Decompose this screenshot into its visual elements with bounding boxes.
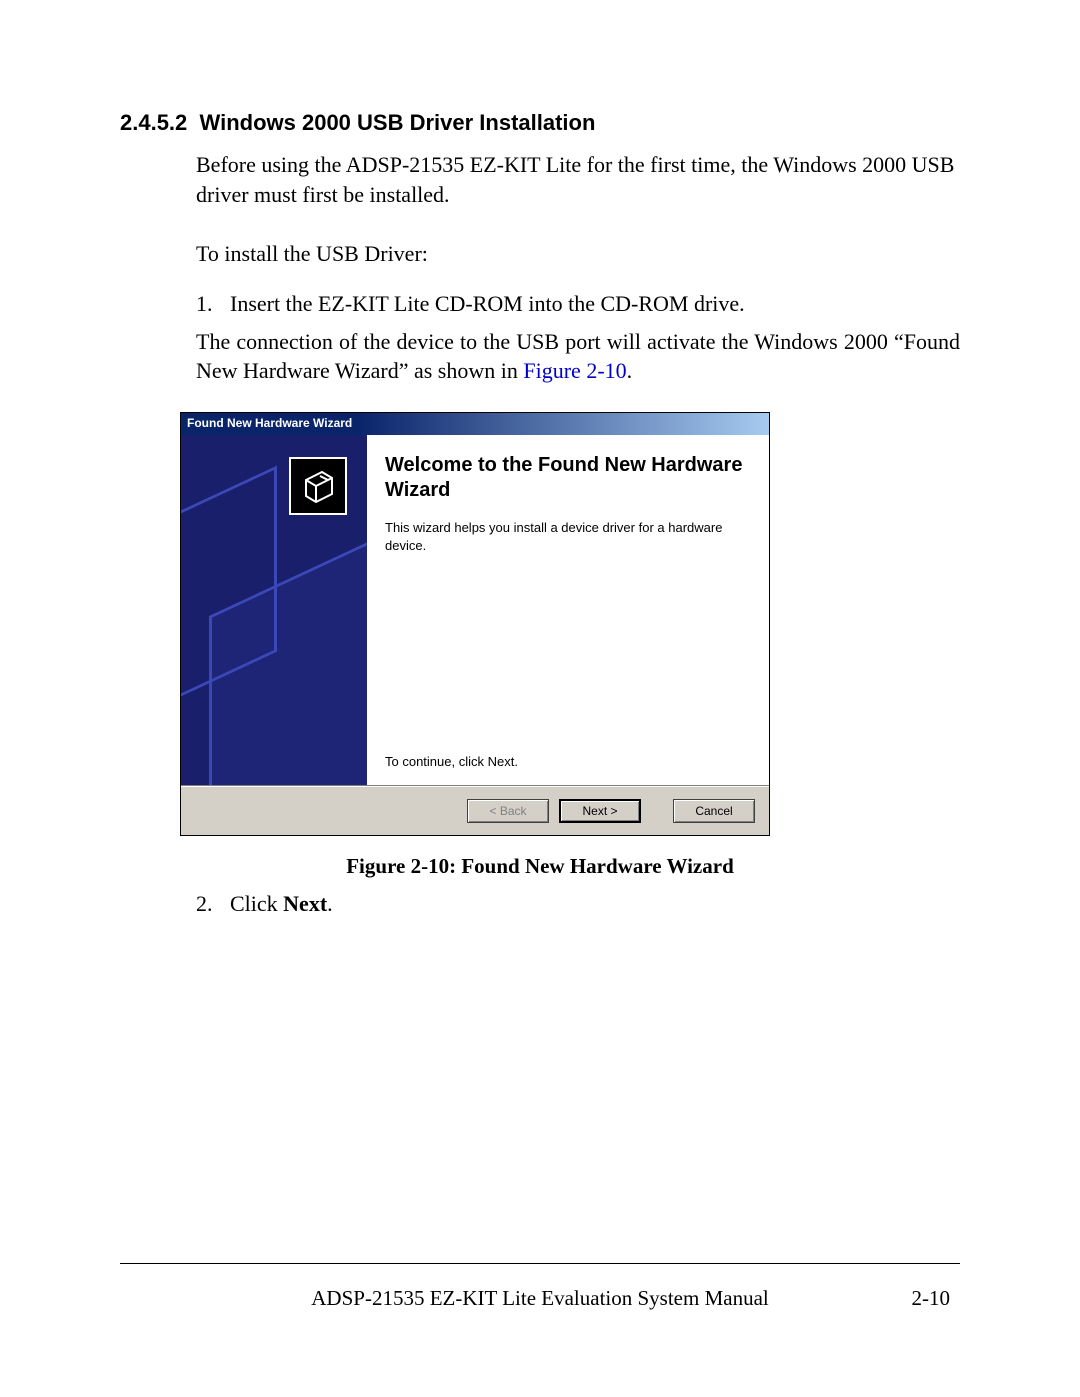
connection-post: . [627,358,633,383]
footer-row: ADSP-21535 EZ-KIT Lite Evaluation System… [120,1286,960,1311]
wizard-body: Welcome to the Found New Hardware Wizard… [181,435,769,786]
wizard-figure: Found New Hardware Wizard [180,412,770,836]
step2-pre: Click [230,891,283,916]
footer-title: ADSP-21535 EZ-KIT Lite Evaluation System… [200,1286,880,1311]
figure-caption: Figure 2-10: Found New Hardware Wizard [120,854,960,879]
intro-paragraph: Before using the ADSP-21535 EZ-KIT Lite … [120,150,960,209]
step-text: Insert the EZ-KIT Lite CD-ROM into the C… [230,289,960,319]
connection-paragraph: The connection of the device to the USB … [120,327,960,386]
section-heading: 2.4.5.2 Windows 2000 USB Driver Installa… [120,110,960,136]
step2-post: . [327,891,333,916]
step-number: 1. [196,289,230,319]
figure-link[interactable]: Figure 2-10 [523,358,626,383]
step-2: 2. Click Next. [120,889,960,919]
next-button[interactable]: Next > [559,799,641,823]
step2-bold: Next [283,891,327,916]
back-button: < Back [467,799,549,823]
step-1: 1. Insert the EZ-KIT Lite CD-ROM into th… [120,289,960,319]
wizard-description: This wizard helps you install a device d… [385,519,747,554]
wizard-continue-text: To continue, click Next. [385,754,747,771]
document-page: 2.4.5.2 Windows 2000 USB Driver Installa… [0,0,1080,1397]
wizard-sidebar [181,435,367,785]
lead-paragraph: To install the USB Driver: [120,239,960,269]
step-number: 2. [196,889,230,919]
wizard-heading: Welcome to the Found New Hardware Wizard [385,453,747,503]
section-title: Windows 2000 USB Driver Installation [200,110,596,135]
section-number: 2.4.5.2 [120,110,187,135]
wizard-main: Welcome to the Found New Hardware Wizard… [367,435,769,785]
footer-rule [120,1263,960,1264]
cancel-button[interactable]: Cancel [673,799,755,823]
hardware-icon [289,457,347,515]
wizard-dialog: Found New Hardware Wizard [180,412,770,836]
wizard-titlebar: Found New Hardware Wizard [181,413,769,435]
footer-page-number: 2-10 [880,1286,950,1311]
wizard-button-row: < Back Next > Cancel [181,786,769,835]
page-footer: ADSP-21535 EZ-KIT Lite Evaluation System… [120,1263,960,1311]
step-text: Click Next. [230,889,960,919]
